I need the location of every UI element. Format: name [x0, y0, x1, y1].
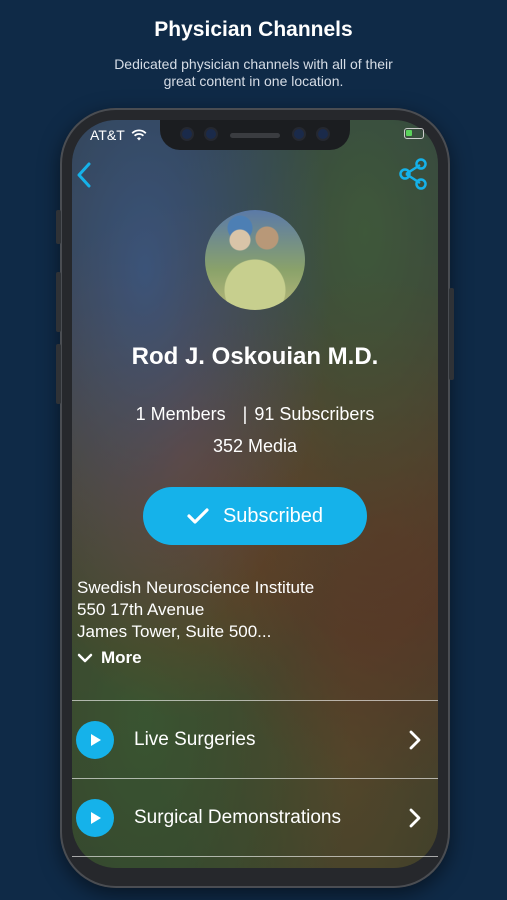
more-toggle[interactable]: More [77, 648, 142, 668]
members-count[interactable]: 1 Members [136, 404, 226, 424]
stats-separator: | [242, 404, 248, 424]
chevron-right-icon [409, 808, 421, 827]
share-icon[interactable] [398, 158, 428, 190]
status-bar: AT&T [90, 127, 147, 143]
subscribed-label: Subscribed [222, 504, 324, 527]
more-label: More [101, 648, 142, 667]
play-icon [76, 798, 114, 837]
carrier-label: AT&T [90, 127, 125, 143]
notch [160, 120, 350, 150]
battery-icon [404, 128, 424, 139]
promo-subtitle: Dedicated physician channels with all of… [114, 56, 393, 89]
address-line: 550 17th Avenue [77, 600, 205, 619]
checkmark-icon [187, 508, 209, 524]
wifi-icon [131, 129, 147, 141]
channel-avatar [205, 210, 305, 310]
chevron-left-icon[interactable] [76, 162, 92, 188]
volume-up-button [56, 272, 61, 332]
chevron-down-icon [77, 653, 93, 663]
subscribers-count[interactable]: 91 Subscribers [254, 404, 374, 424]
menu-item-surgical-demonstrations[interactable]: Surgical Demonstrations [72, 779, 438, 856]
menu-item-label: Live Surgeries [134, 728, 256, 750]
divider [72, 856, 438, 857]
media-count[interactable]: 352 Media [72, 436, 438, 457]
channel-stats: 1 Members | 91 Subscribers [72, 404, 438, 425]
channel-name: Rod J. Oskouian M.D. [131, 343, 379, 370]
volume-down-button [56, 344, 61, 404]
channel-screen: Rod J. Oskouian M.D. 1 Members | 91 Subs… [72, 120, 438, 868]
address-line: Swedish Neuroscience Institute [77, 578, 315, 597]
power-button [449, 288, 454, 380]
play-icon [76, 720, 114, 759]
promo-title: Physician Channels [154, 18, 353, 41]
chevron-right-icon [409, 730, 421, 749]
mute-switch [56, 210, 61, 244]
menu-item-label: Surgical Demonstrations [134, 806, 341, 828]
subscribed-button[interactable]: Subscribed [143, 487, 367, 545]
menu-item-live-surgeries[interactable]: Live Surgeries [72, 701, 438, 778]
address-line: James Tower, Suite 500... [77, 622, 272, 641]
channel-address: Swedish Neuroscience Institute 550 17th … [77, 577, 427, 643]
